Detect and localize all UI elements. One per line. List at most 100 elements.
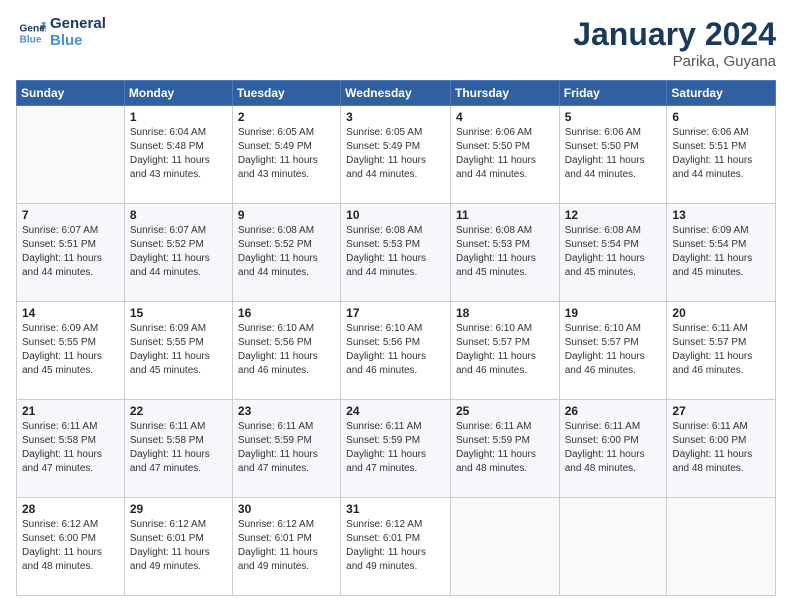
calendar-cell: 8 Sunrise: 6:07 AM Sunset: 5:52 PM Daylig… [124, 204, 232, 302]
day-info: Sunrise: 6:06 AM Sunset: 5:50 PM Dayligh… [456, 126, 554, 182]
calendar-cell: 30 Sunrise: 6:12 AM Sunset: 6:01 PM Dayli… [232, 498, 340, 596]
day-info: Sunrise: 6:08 AM Sunset: 5:54 PM Dayligh… [565, 224, 662, 280]
calendar-cell: 27 Sunrise: 6:11 AM Sunset: 6:00 PM Dayli… [667, 400, 776, 498]
page-header: General Blue General Blue January 2024 P… [16, 16, 776, 70]
day-info: Sunrise: 6:06 AM Sunset: 5:50 PM Dayligh… [565, 126, 662, 182]
day-info: Sunrise: 6:06 AM Sunset: 5:51 PM Dayligh… [672, 126, 770, 182]
day-number: 15 [130, 306, 227, 320]
day-number: 20 [672, 306, 770, 320]
day-info: Sunrise: 6:11 AM Sunset: 5:58 PM Dayligh… [22, 420, 119, 476]
day-info: Sunrise: 6:09 AM Sunset: 5:54 PM Dayligh… [672, 224, 770, 280]
day-number: 27 [672, 404, 770, 418]
day-number: 1 [130, 110, 227, 124]
day-number: 6 [672, 110, 770, 124]
day-number: 11 [456, 208, 554, 222]
calendar-cell: 20Sunrise: 6:11 AM Sunset: 5:57 PM Dayli… [667, 302, 776, 400]
calendar-cell [17, 106, 125, 204]
calendar-cell: 14Sunrise: 6:09 AM Sunset: 5:55 PM Dayli… [17, 302, 125, 400]
day-number: 10 [346, 208, 445, 222]
day-info: Sunrise: 6:10 AM Sunset: 5:57 PM Dayligh… [456, 322, 554, 378]
day-number: 24 [346, 404, 445, 418]
day-info: Sunrise: 6:12 AM Sunset: 6:01 PM Dayligh… [238, 518, 335, 574]
day-number: 25 [456, 404, 554, 418]
title-block: January 2024 Parika, Guyana [573, 16, 776, 70]
day-number: 7 [22, 208, 119, 222]
calendar-cell: 24Sunrise: 6:11 AM Sunset: 5:59 PM Dayli… [341, 400, 451, 498]
calendar-table: SundayMondayTuesdayWednesdayThursdayFrid… [16, 80, 776, 596]
calendar-cell: 10 Sunrise: 6:08 AM Sunset: 5:53 PM Dayli… [341, 204, 451, 302]
day-info: Sunrise: 6:07 AM Sunset: 5:52 PM Dayligh… [130, 224, 227, 280]
calendar-header-thursday: Thursday [450, 81, 559, 106]
day-number: 12 [565, 208, 662, 222]
calendar-cell: 16Sunrise: 6:10 AM Sunset: 5:56 PM Dayli… [232, 302, 340, 400]
day-info: Sunrise: 6:11 AM Sunset: 6:00 PM Dayligh… [565, 420, 662, 476]
calendar-cell: 2Sunrise: 6:05 AM Sunset: 5:49 PM Daylig… [232, 106, 340, 204]
calendar-cell: 12 Sunrise: 6:08 AM Sunset: 5:54 PM Dayli… [559, 204, 667, 302]
svg-text:Blue: Blue [20, 34, 42, 45]
day-info: Sunrise: 6:10 AM Sunset: 5:56 PM Dayligh… [238, 322, 335, 378]
day-info: Sunrise: 6:04 AM Sunset: 5:48 PM Dayligh… [130, 126, 227, 182]
calendar-cell: 22 Sunrise: 6:11 AM Sunset: 5:58 PM Dayli… [124, 400, 232, 498]
day-info: Sunrise: 6:05 AM Sunset: 5:49 PM Dayligh… [238, 126, 335, 182]
day-number: 17 [346, 306, 445, 320]
calendar-cell: 17 Sunrise: 6:10 AM Sunset: 5:56 PM Dayli… [341, 302, 451, 400]
day-info: Sunrise: 6:08 AM Sunset: 5:53 PM Dayligh… [456, 224, 554, 280]
calendar-cell: 26 Sunrise: 6:11 AM Sunset: 6:00 PM Dayli… [559, 400, 667, 498]
day-number: 30 [238, 502, 335, 516]
logo-icon: General Blue [18, 19, 46, 47]
calendar-header-saturday: Saturday [667, 81, 776, 106]
calendar-cell [559, 498, 667, 596]
calendar-cell: 11 Sunrise: 6:08 AM Sunset: 5:53 PM Dayli… [450, 204, 559, 302]
day-number: 3 [346, 110, 445, 124]
day-info: Sunrise: 6:11 AM Sunset: 5:59 PM Dayligh… [238, 420, 335, 476]
day-number: 9 [238, 208, 335, 222]
day-number: 26 [565, 404, 662, 418]
page-title: January 2024 [573, 16, 776, 53]
calendar-cell: 15 Sunrise: 6:09 AM Sunset: 5:55 PM Dayli… [124, 302, 232, 400]
calendar-cell: 29Sunrise: 6:12 AM Sunset: 6:01 PM Dayli… [124, 498, 232, 596]
calendar-cell: 19 Sunrise: 6:10 AM Sunset: 5:57 PM Dayli… [559, 302, 667, 400]
calendar-cell: 21 Sunrise: 6:11 AM Sunset: 5:58 PM Dayli… [17, 400, 125, 498]
page-subtitle: Parika, Guyana [573, 53, 776, 70]
calendar-header-monday: Monday [124, 81, 232, 106]
day-number: 4 [456, 110, 554, 124]
calendar-header-friday: Friday [559, 81, 667, 106]
day-info: Sunrise: 6:11 AM Sunset: 6:00 PM Dayligh… [672, 420, 770, 476]
calendar-header-tuesday: Tuesday [232, 81, 340, 106]
day-number: 8 [130, 208, 227, 222]
calendar-cell: 1 Sunrise: 6:04 AM Sunset: 5:48 PM Daylig… [124, 106, 232, 204]
day-number: 13 [672, 208, 770, 222]
day-info: Sunrise: 6:07 AM Sunset: 5:51 PM Dayligh… [22, 224, 119, 280]
day-number: 22 [130, 404, 227, 418]
day-number: 31 [346, 502, 445, 516]
day-info: Sunrise: 6:11 AM Sunset: 5:58 PM Dayligh… [130, 420, 227, 476]
day-info: Sunrise: 6:11 AM Sunset: 5:59 PM Dayligh… [456, 420, 554, 476]
day-number: 21 [22, 404, 119, 418]
day-number: 28 [22, 502, 119, 516]
calendar-header-wednesday: Wednesday [341, 81, 451, 106]
day-number: 19 [565, 306, 662, 320]
day-number: 14 [22, 306, 119, 320]
logo-line2: Blue [50, 33, 106, 50]
day-number: 23 [238, 404, 335, 418]
calendar-cell: 28Sunrise: 6:12 AM Sunset: 6:00 PM Dayli… [17, 498, 125, 596]
day-info: Sunrise: 6:05 AM Sunset: 5:49 PM Dayligh… [346, 126, 445, 182]
calendar-cell: 23 Sunrise: 6:11 AM Sunset: 5:59 PM Dayli… [232, 400, 340, 498]
day-info: Sunrise: 6:10 AM Sunset: 5:56 PM Dayligh… [346, 322, 445, 378]
calendar-cell: 5Sunrise: 6:06 AM Sunset: 5:50 PM Daylig… [559, 106, 667, 204]
calendar-cell: 25 Sunrise: 6:11 AM Sunset: 5:59 PM Dayli… [450, 400, 559, 498]
calendar-cell: 9Sunrise: 6:08 AM Sunset: 5:52 PM Daylig… [232, 204, 340, 302]
day-info: Sunrise: 6:12 AM Sunset: 6:01 PM Dayligh… [346, 518, 445, 574]
day-info: Sunrise: 6:09 AM Sunset: 5:55 PM Dayligh… [130, 322, 227, 378]
calendar-cell: 31 Sunrise: 6:12 AM Sunset: 6:01 PM Dayli… [341, 498, 451, 596]
calendar-cell [667, 498, 776, 596]
logo-line1: General [50, 16, 106, 33]
calendar-cell: 7 Sunrise: 6:07 AM Sunset: 5:51 PM Daylig… [17, 204, 125, 302]
day-number: 18 [456, 306, 554, 320]
day-info: Sunrise: 6:12 AM Sunset: 6:01 PM Dayligh… [130, 518, 227, 574]
day-info: Sunrise: 6:08 AM Sunset: 5:53 PM Dayligh… [346, 224, 445, 280]
calendar-cell: 3 Sunrise: 6:05 AM Sunset: 5:49 PM Daylig… [341, 106, 451, 204]
calendar-cell: 18 Sunrise: 6:10 AM Sunset: 5:57 PM Dayli… [450, 302, 559, 400]
calendar-cell: 6 Sunrise: 6:06 AM Sunset: 5:51 PM Daylig… [667, 106, 776, 204]
day-info: Sunrise: 6:10 AM Sunset: 5:57 PM Dayligh… [565, 322, 662, 378]
